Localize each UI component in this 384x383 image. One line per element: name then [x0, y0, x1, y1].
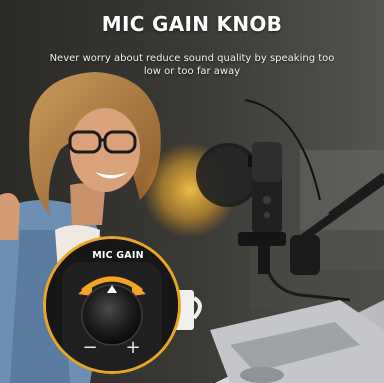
headline: MIC GAIN KNOB	[101, 12, 283, 36]
subheadline: Never worry about reduce sound quality b…	[49, 53, 335, 77]
product-image: MIC GAIN KNOB Never worry about reduce s…	[0, 0, 384, 383]
plus-icon: +	[125, 337, 141, 358]
mic-gain-label: MIC GAIN	[92, 250, 144, 261]
minus-icon: −	[82, 337, 98, 358]
